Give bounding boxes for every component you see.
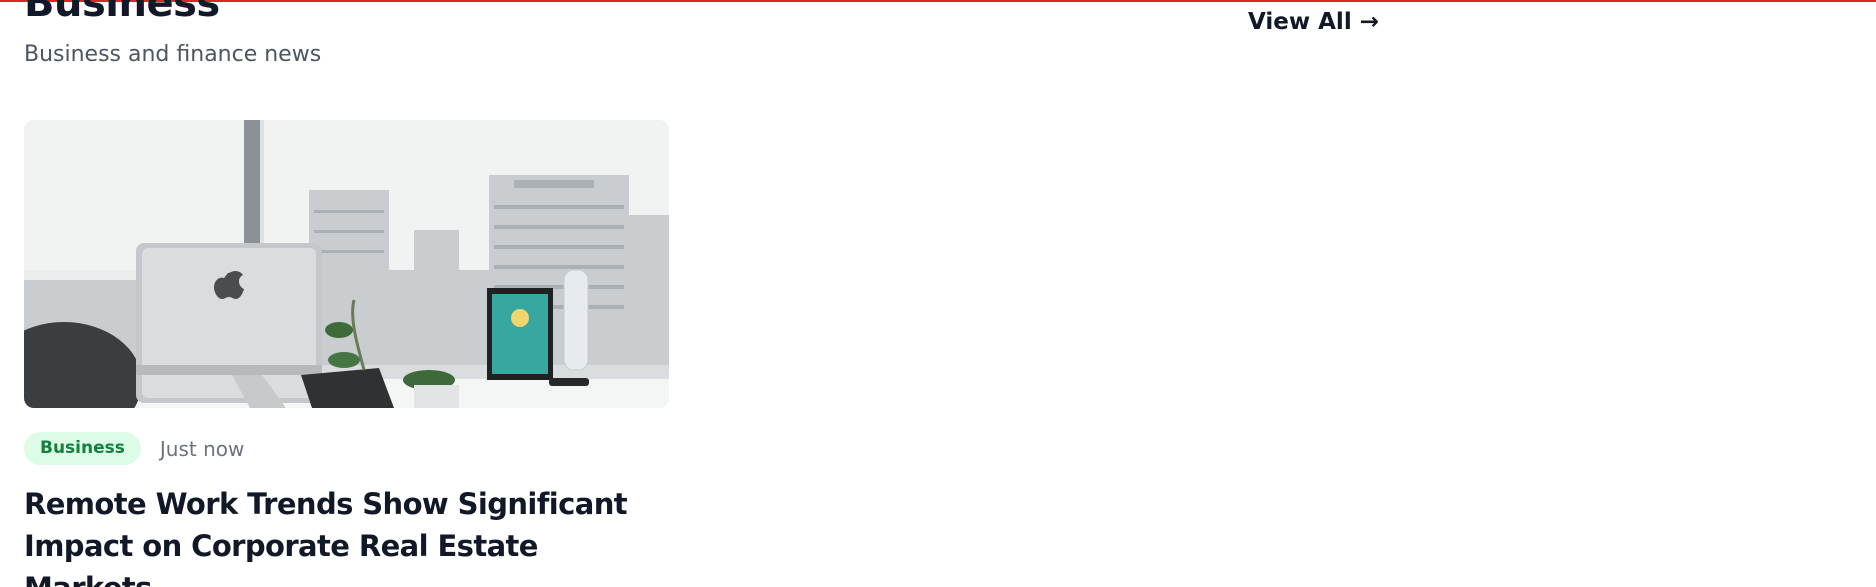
category-badge[interactable]: Business <box>24 432 141 465</box>
top-accent-rule <box>0 0 1876 2</box>
article-title[interactable]: Remote Work Trends Show Significant Impa… <box>24 483 674 587</box>
article-image[interactable] <box>24 120 669 408</box>
article-meta: Business Just now <box>24 432 669 465</box>
article-timestamp: Just now <box>159 436 245 461</box>
section-title: Business <box>24 0 220 26</box>
section-subtitle: Business and finance news <box>24 42 322 67</box>
page: Business Business and finance news View … <box>0 0 1876 587</box>
article-card[interactable]: Business Just now Remote Work Trends Sho… <box>24 120 669 587</box>
view-all-link[interactable]: View All → <box>1248 9 1379 35</box>
